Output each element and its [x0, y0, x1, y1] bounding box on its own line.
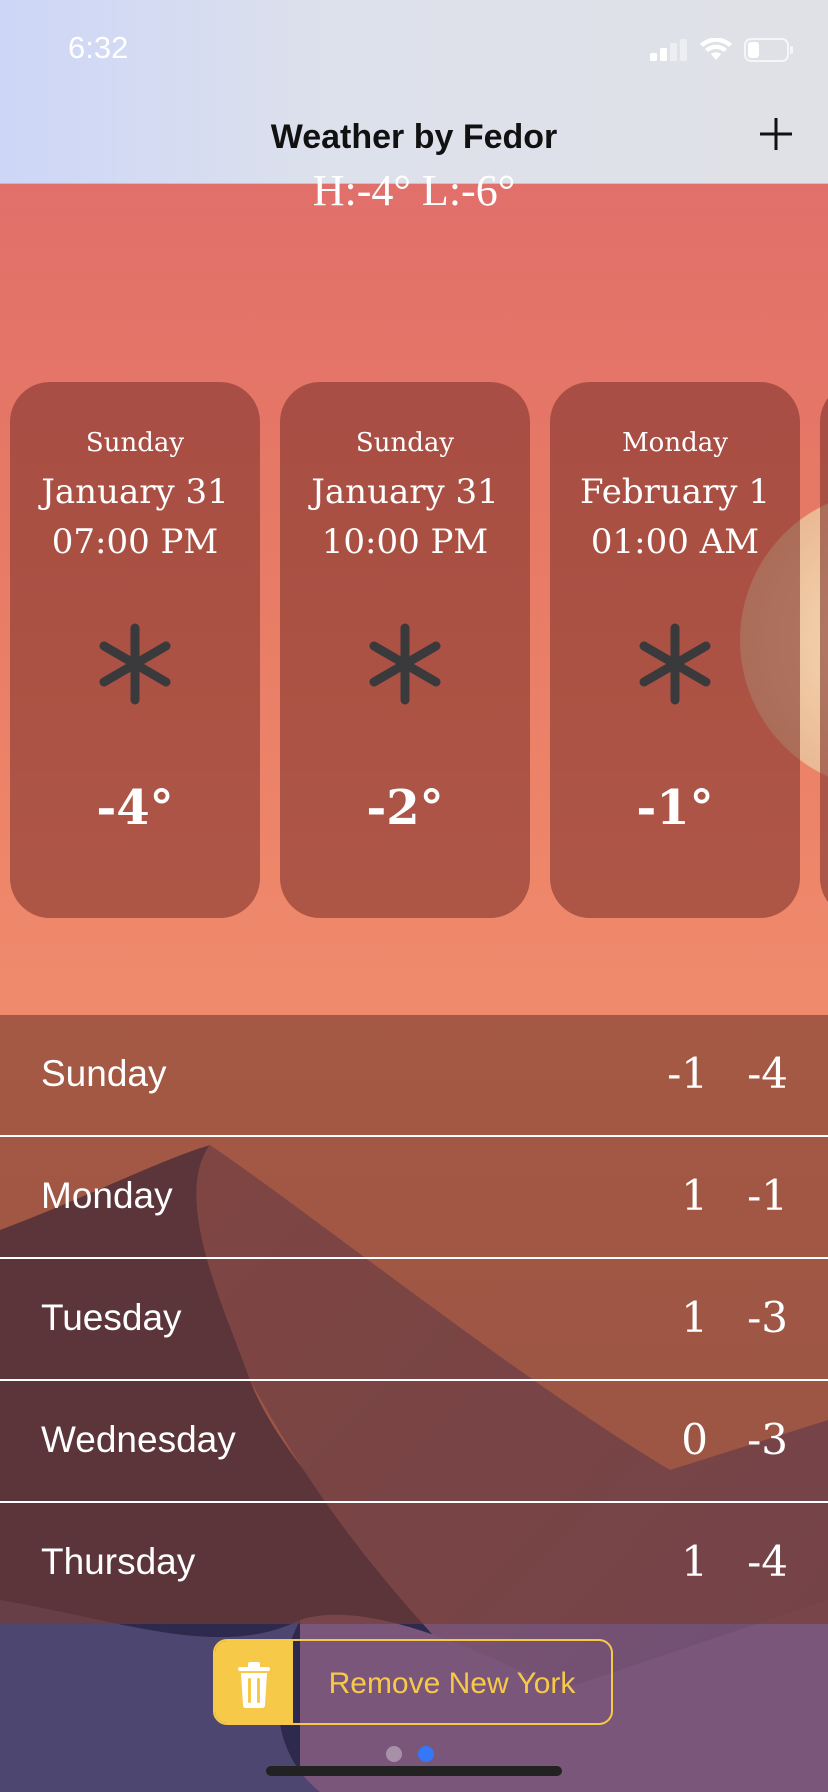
daily-low: -4	[747, 1537, 788, 1586]
trash-icon-container	[215, 1641, 293, 1723]
daily-day: Wednesday	[41, 1419, 236, 1460]
hourly-card: Sunday January 31 10:00 PM -2°	[280, 382, 530, 918]
remove-city-button[interactable]: Remove New York	[213, 1639, 613, 1725]
card-day: Monday	[622, 428, 728, 458]
hourly-card-next-peek	[820, 382, 828, 918]
card-day: Sunday	[85, 428, 185, 458]
card-time: 10:00 PM	[321, 522, 489, 562]
card-temperature: -4°	[96, 780, 174, 836]
daily-row: Tuesday 1 -3	[0, 1259, 828, 1380]
card-date: February 1	[580, 472, 770, 512]
status-time: 6:32	[68, 30, 129, 65]
status-bar: 6:32	[0, 0, 828, 100]
card-day: Sunday	[355, 428, 455, 458]
card-time: 01:00 AM	[590, 522, 760, 562]
plus-icon[interactable]	[754, 112, 798, 156]
snowflake-icon	[369, 623, 441, 705]
battery-icon	[744, 38, 793, 62]
signal-icon	[650, 39, 687, 61]
daily-high: 0	[681, 1415, 708, 1464]
daily-day: Sunday	[41, 1053, 167, 1094]
daily-low: -3	[747, 1293, 788, 1342]
page-indicator[interactable]	[386, 1746, 434, 1762]
daily-row: Sunday -1 -4	[0, 1015, 828, 1136]
wifi-icon	[700, 38, 732, 60]
daily-low: -3	[747, 1415, 788, 1464]
remove-city-label: Remove New York	[328, 1667, 576, 1700]
hourly-card: Monday February 1 01:00 AM -1°	[550, 382, 800, 918]
daily-row: Wednesday 0 -3	[0, 1381, 828, 1502]
card-time: 07:00 PM	[51, 522, 219, 562]
daily-low: -1	[747, 1171, 788, 1220]
daily-high: 1	[681, 1537, 708, 1586]
daily-row: Monday 1 -1	[0, 1137, 828, 1258]
page-dot[interactable]	[386, 1746, 402, 1762]
daily-low: -4	[747, 1049, 788, 1098]
card-date: January 31	[41, 472, 229, 512]
home-indicator[interactable]	[266, 1766, 562, 1776]
daily-high: 1	[681, 1171, 708, 1220]
hourly-card: Sunday January 31 07:00 PM -4°	[10, 382, 260, 918]
daily-high: 1	[681, 1293, 708, 1342]
page-dot-active[interactable]	[418, 1746, 434, 1762]
app-title: Weather by Fedor	[270, 118, 558, 156]
status-icons	[650, 36, 794, 64]
card-temperature: -2°	[366, 780, 444, 836]
card-temperature: -1°	[636, 780, 714, 836]
trash-icon	[238, 1662, 270, 1708]
card-date: January 31	[311, 472, 499, 512]
snowflake-icon	[639, 623, 711, 705]
daily-day: Thursday	[41, 1541, 196, 1582]
current-high-low: H:-4° L:-6°	[312, 166, 516, 215]
snowflake-icon	[99, 623, 171, 705]
daily-high: -1	[667, 1049, 708, 1098]
daily-row: Thursday 1 -4	[0, 1503, 828, 1624]
daily-day: Monday	[41, 1175, 173, 1216]
daily-day: Tuesday	[41, 1297, 182, 1338]
